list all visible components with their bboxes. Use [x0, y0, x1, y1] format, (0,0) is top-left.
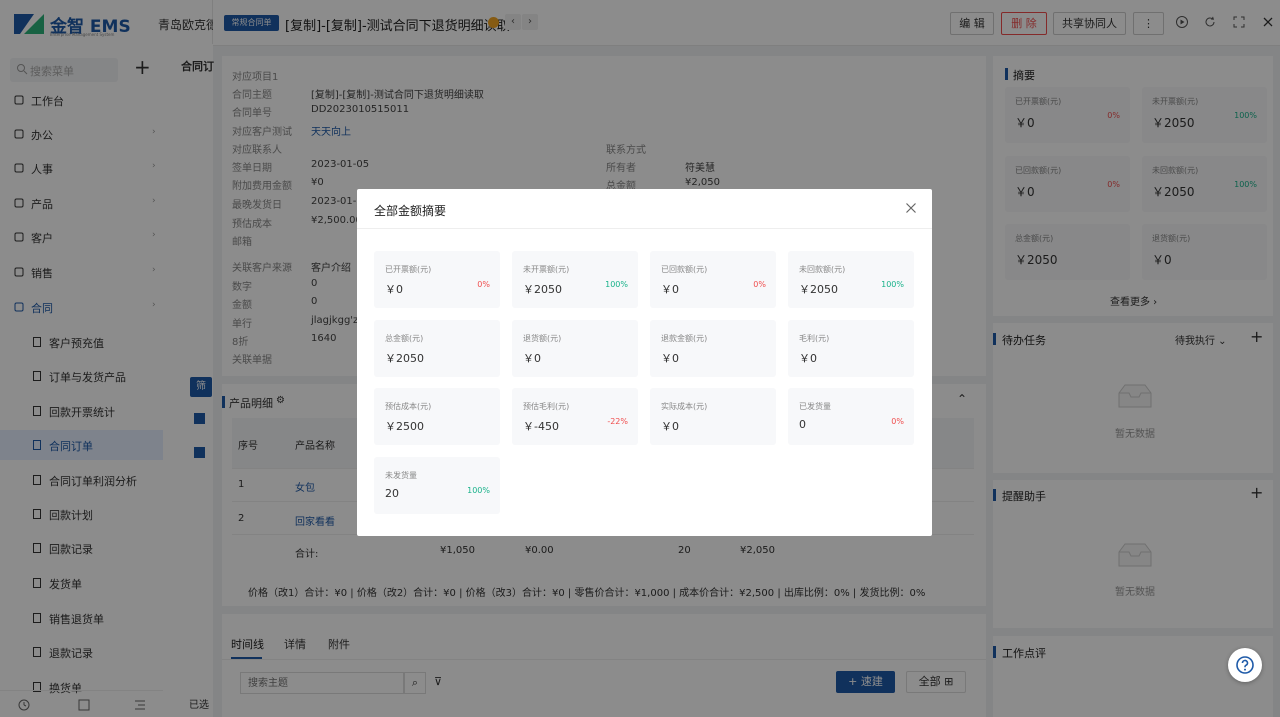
amount-card-label: 毛利(元) [799, 334, 830, 343]
amount-card-value: 20 [385, 487, 399, 500]
amount-card-value: ￥2050 [799, 283, 838, 296]
amount-card: 已回款额(元) ￥0 0% [650, 251, 776, 308]
amount-card-percent: 100% [881, 280, 904, 289]
close-icon[interactable] [905, 202, 917, 214]
amount-card-label: 总金额(元) [385, 334, 424, 343]
amount-card-value: ￥0 [661, 352, 679, 365]
amount-card: 未回款额(元) ￥2050 100% [788, 251, 914, 308]
amount-card-percent: 100% [605, 280, 628, 289]
amount-card-value: ￥0 [523, 352, 541, 365]
amount-card-percent: -22% [607, 417, 628, 426]
help-icon [1236, 656, 1254, 674]
amount-card-value: ￥0 [661, 420, 679, 433]
amount-card-label: 未发货量 [385, 471, 417, 480]
amount-card-label: 预估毛利(元) [523, 402, 570, 411]
amount-summary-modal: 全部金额摘要 已开票额(元) ￥0 0% 未开票额(元) ￥2050 100% 已回款额(元… [357, 189, 932, 536]
amount-card: 已发货量 0 0% [788, 388, 914, 445]
amount-card-label: 预估成本(元) [385, 402, 432, 411]
amount-card-value: ￥0 [799, 352, 817, 365]
amount-card-value: ￥2050 [523, 283, 562, 296]
amount-card-label: 退货额(元) [523, 334, 562, 343]
amount-card: 总金额(元) ￥2050 [374, 320, 500, 377]
amount-card-label: 未开票额(元) [523, 265, 570, 274]
amount-card-percent: 100% [467, 486, 490, 495]
amount-card-percent: 0% [477, 280, 490, 289]
amount-card-value: 0 [799, 418, 806, 431]
amount-card: 已开票额(元) ￥0 0% [374, 251, 500, 308]
amount-card-value: ￥2050 [385, 352, 424, 365]
amount-card-label: 已回款额(元) [661, 265, 708, 274]
amount-card: 退货额(元) ￥0 [512, 320, 638, 377]
amount-card-percent: 0% [753, 280, 766, 289]
amount-card-value: ￥0 [661, 283, 679, 296]
amount-card-label: 已发货量 [799, 402, 831, 411]
amount-card-value: ￥-450 [523, 420, 559, 433]
modal-title: 全部金额摘要 [374, 204, 447, 218]
help-button[interactable] [1228, 648, 1262, 682]
amount-card: 预估成本(元) ￥2500 [374, 388, 500, 445]
amount-card-label: 退款金额(元) [661, 334, 708, 343]
amount-card: 实际成本(元) ￥0 [650, 388, 776, 445]
amount-card: 预估毛利(元) ￥-450 -22% [512, 388, 638, 445]
amount-card-label: 未回款额(元) [799, 265, 846, 274]
amount-card-percent: 0% [891, 417, 904, 426]
amount-card-label: 实际成本(元) [661, 402, 708, 411]
amount-card-value: ￥2500 [385, 420, 424, 433]
amount-card: 未发货量 20 100% [374, 457, 500, 514]
amount-card-value: ￥0 [385, 283, 403, 296]
amount-card: 退款金额(元) ￥0 [650, 320, 776, 377]
amount-card: 未开票额(元) ￥2050 100% [512, 251, 638, 308]
modal-divider [357, 228, 932, 229]
amount-card-label: 已开票额(元) [385, 265, 432, 274]
amount-card: 毛利(元) ￥0 [788, 320, 914, 377]
